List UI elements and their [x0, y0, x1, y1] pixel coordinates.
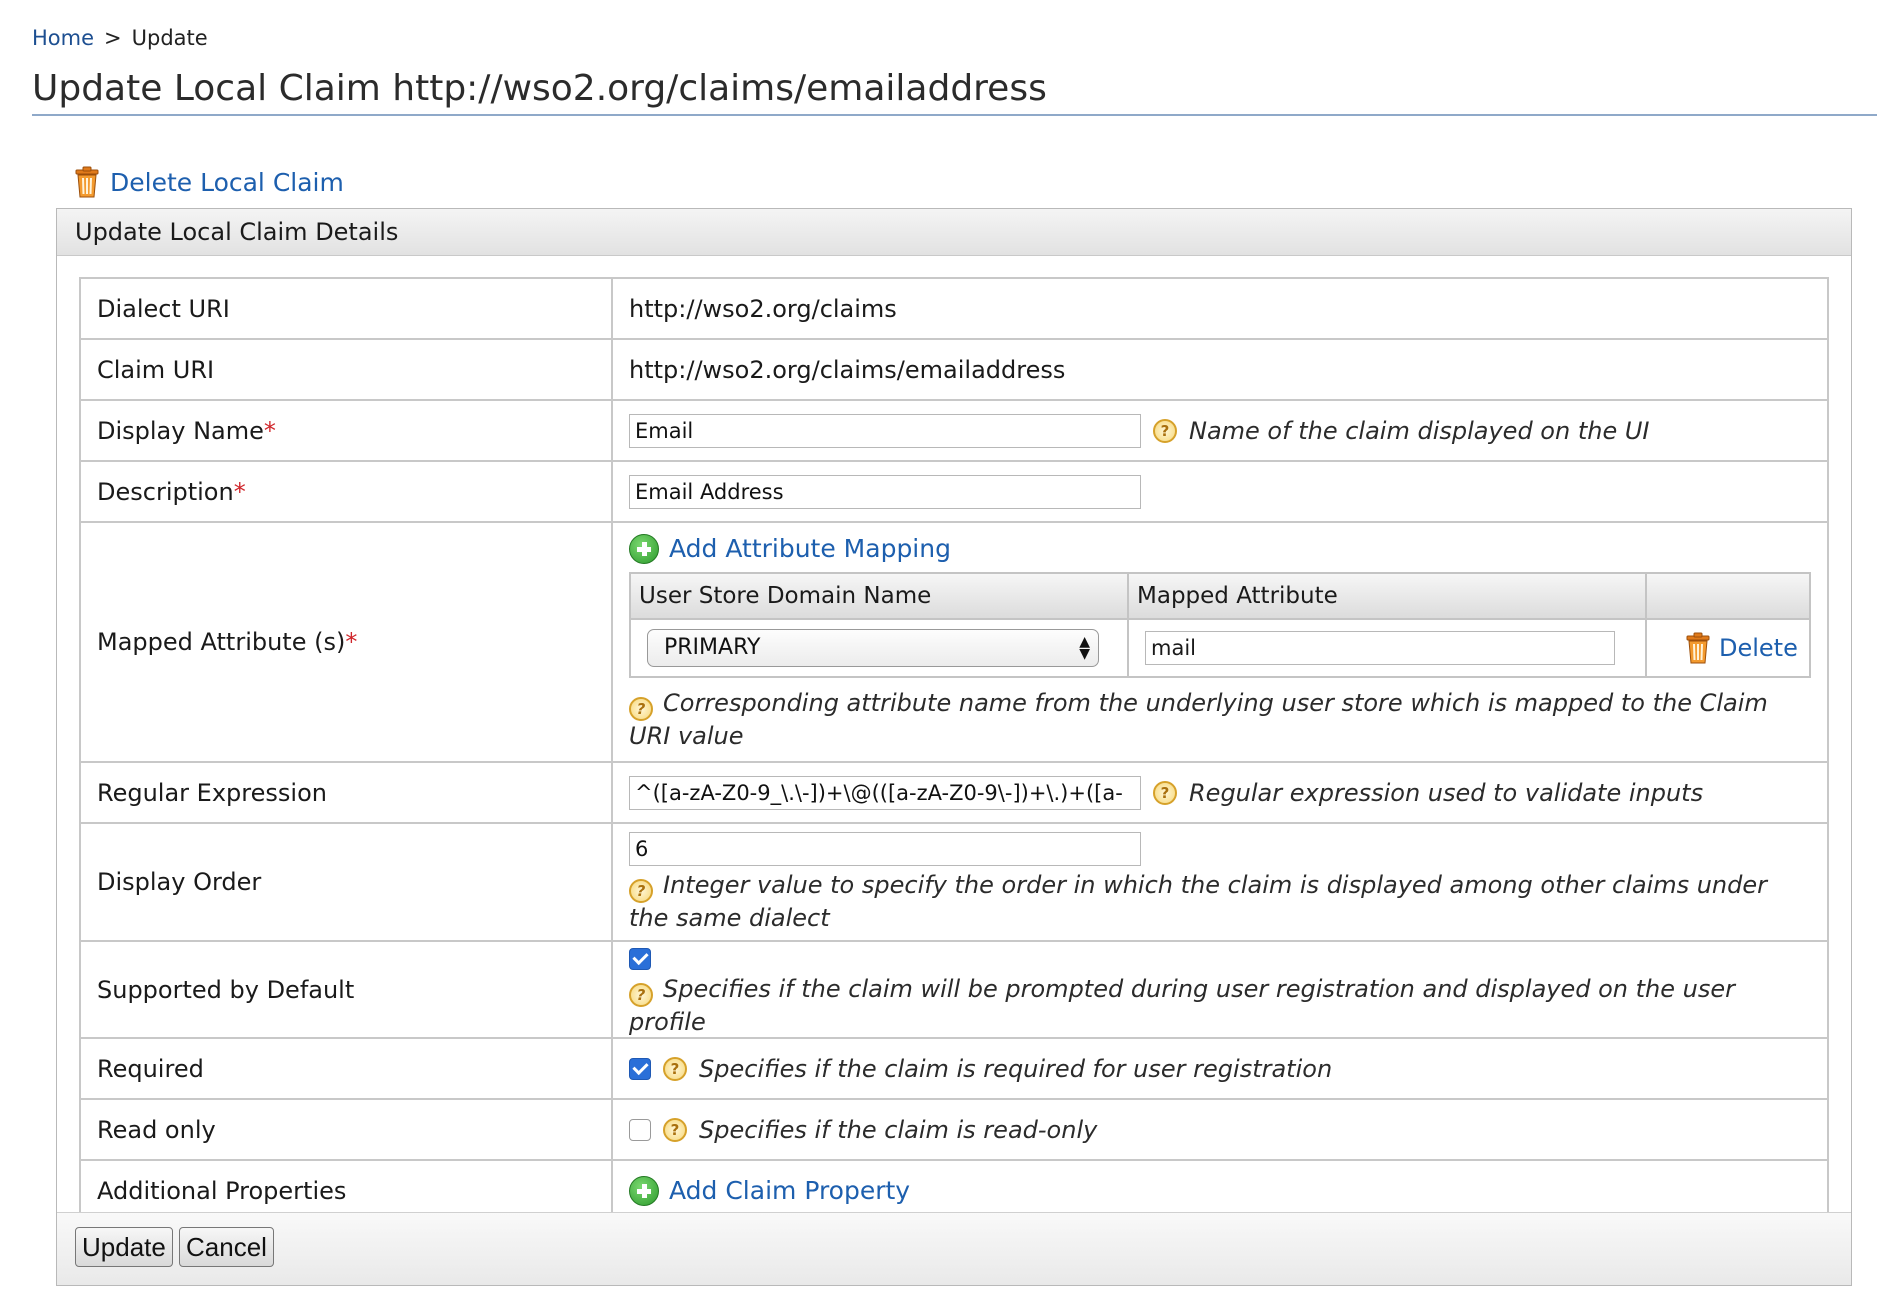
- mapping-attribute-cell: mail: [1127, 617, 1647, 678]
- breadcrumb: Home > Update: [32, 26, 208, 50]
- title-divider: [32, 114, 1877, 116]
- help-icon: ?: [629, 983, 653, 1007]
- read-only-value-cell: ? Specifies if the claim is read-only: [611, 1098, 1829, 1161]
- supported-by-default-value-cell: ? Specifies if the claim will be prompted…: [611, 940, 1829, 1039]
- required-value-cell: ? Specifies if the claim is required for…: [611, 1037, 1829, 1100]
- read-only-help: Specifies if the claim is read-only: [699, 1115, 1098, 1144]
- row-display-name: Display Name* Email ? Name of the claim …: [79, 399, 1829, 462]
- trash-icon: [74, 166, 100, 198]
- mapped-attributes-label-cell: Mapped Attribute (s)*: [79, 521, 613, 763]
- trash-icon: [1685, 632, 1711, 664]
- claim-details-table: Dialect URI http://wso2.org/claims Claim…: [79, 277, 1829, 1222]
- required-checkbox[interactable]: [629, 1057, 651, 1080]
- description-label-cell: Description*: [79, 460, 613, 523]
- mapping-actions-cell: Delete: [1645, 617, 1811, 678]
- mapping-domain-cell: PRIMARY ▲ ▼: [629, 617, 1129, 678]
- help-icon: ?: [663, 1056, 687, 1081]
- page: Home > Update Update Local Claim http://…: [0, 0, 1898, 1316]
- attribute-mapping-table: User Store Domain Name Mapped Attribute …: [629, 571, 1811, 678]
- display-order-value-cell: 6 ? Integer value to specify the order in…: [611, 822, 1829, 942]
- column-header-actions: [1645, 571, 1811, 620]
- add-claim-property-label: Add Claim Property: [669, 1176, 911, 1205]
- display-order-label: Display Order: [79, 822, 613, 942]
- display-name-help: Name of the claim displayed on the UI: [1189, 416, 1650, 445]
- claim-details-panel: Update Local Claim Details Dialect URI h…: [56, 208, 1852, 1286]
- delete-local-claim-label: Delete Local Claim: [110, 167, 344, 197]
- supported-by-default-checkbox[interactable]: [629, 947, 651, 970]
- display-name-label: Display Name: [97, 416, 264, 445]
- add-attribute-mapping-label: Add Attribute Mapping: [669, 534, 951, 563]
- cancel-button[interactable]: Cancel: [179, 1227, 274, 1267]
- help-icon: ?: [1153, 418, 1177, 443]
- row-claim-uri: Claim URI http://wso2.org/claims/emailad…: [79, 338, 1829, 401]
- regular-expression-label: Regular Expression: [79, 761, 613, 824]
- supported-by-default-help: ? Specifies if the claim will be prompted…: [629, 974, 1811, 1037]
- mapped-attributes-help: ? Corresponding attribute name from the u…: [629, 688, 1811, 751]
- regular-expression-value-cell: ^([a-zA-Z0-9_\.\-])+\@(([a-zA-Z0-9\-])+\…: [611, 761, 1829, 824]
- help-icon: ?: [629, 696, 653, 721]
- required-label: Required: [79, 1037, 613, 1100]
- description-value-cell: Email Address: [611, 460, 1829, 523]
- help-icon: ?: [663, 1117, 687, 1142]
- mapped-attributes-help-text: Corresponding attribute name from the un…: [629, 688, 1768, 750]
- user-store-domain-value: PRIMARY: [664, 635, 761, 660]
- mapping-row: PRIMARY ▲ ▼ mail Delete: [629, 617, 1811, 678]
- delete-local-claim-link[interactable]: Delete Local Claim: [74, 166, 344, 198]
- add-attribute-mapping-link[interactable]: Add Attribute Mapping: [629, 533, 1811, 564]
- read-only-label: Read only: [79, 1098, 613, 1161]
- panel-header: Update Local Claim Details: [57, 209, 1851, 256]
- column-header-attribute: Mapped Attribute: [1127, 571, 1647, 620]
- delete-mapping-label: Delete: [1719, 633, 1798, 662]
- supported-by-default-help-text: Specifies if the claim will be prompted …: [629, 975, 1736, 1036]
- row-supported-by-default: Supported by Default ? Specifies if the c…: [79, 940, 1829, 1039]
- breadcrumb-home-link[interactable]: Home: [32, 26, 94, 50]
- add-icon: [629, 533, 659, 564]
- regular-expression-help: Regular expression used to validate inpu…: [1189, 778, 1704, 807]
- help-icon: ?: [1153, 780, 1177, 805]
- description-label: Description: [97, 477, 234, 506]
- breadcrumb-current: Update: [131, 26, 208, 50]
- row-regular-expression: Regular Expression ^([a-zA-Z0-9_\.\-])+\…: [79, 761, 1829, 824]
- delete-mapping-link[interactable]: Delete: [1655, 632, 1801, 664]
- row-description: Description* Email Address: [79, 460, 1829, 523]
- add-claim-property-link[interactable]: Add Claim Property: [629, 1175, 1811, 1206]
- select-arrows-icon: ▲ ▼: [1079, 633, 1090, 662]
- description-input[interactable]: Email Address: [629, 474, 1141, 509]
- row-required: Required ? Specifies if the claim is req…: [79, 1037, 1829, 1100]
- display-order-help-text: Integer value to specify the order in wh…: [629, 870, 1767, 932]
- row-dialect-uri: Dialect URI http://wso2.org/claims: [79, 277, 1829, 340]
- required-asterisk: *: [345, 628, 358, 656]
- update-button[interactable]: Update: [75, 1227, 173, 1267]
- supported-by-default-label: Supported by Default: [79, 940, 613, 1039]
- mapped-attributes-value-cell: Add Attribute Mapping User Store Domain …: [611, 521, 1829, 763]
- display-name-input[interactable]: Email: [629, 413, 1141, 448]
- page-title: Update Local Claim http://wso2.org/claim…: [32, 68, 1047, 109]
- mapped-attributes-label: Mapped Attribute (s): [97, 628, 346, 656]
- row-read-only: Read only ? Specifies if the claim is re…: [79, 1098, 1829, 1161]
- claim-uri-value: http://wso2.org/claims/emailaddress: [611, 338, 1829, 401]
- regular-expression-input[interactable]: ^([a-zA-Z0-9_\.\-])+\@(([a-zA-Z0-9\-])+\…: [629, 775, 1141, 810]
- help-icon: ?: [629, 878, 653, 903]
- display-name-label-cell: Display Name*: [79, 399, 613, 462]
- display-name-value-cell: Email ? Name of the claim displayed on t…: [611, 399, 1829, 462]
- add-icon: [629, 1175, 659, 1206]
- panel-footer: Update Cancel: [57, 1212, 1851, 1285]
- row-display-order: Display Order 6 ? Integer value to specif…: [79, 822, 1829, 942]
- dialect-uri-value: http://wso2.org/claims: [611, 277, 1829, 340]
- column-header-domain: User Store Domain Name: [629, 571, 1129, 620]
- display-order-help: ? Integer value to specify the order in w…: [629, 870, 1811, 933]
- breadcrumb-separator: >: [104, 26, 122, 50]
- required-asterisk: *: [263, 416, 276, 445]
- required-asterisk: *: [233, 477, 246, 506]
- claim-uri-label: Claim URI: [79, 338, 613, 401]
- read-only-checkbox[interactable]: [629, 1118, 651, 1141]
- row-mapped-attributes: Mapped Attribute (s)* Add Attribute Mapp…: [79, 521, 1829, 763]
- display-order-input[interactable]: 6: [629, 831, 1141, 866]
- mapping-header-row: User Store Domain Name Mapped Attribute: [629, 571, 1811, 620]
- dialect-uri-label: Dialect URI: [79, 277, 613, 340]
- required-help: Specifies if the claim is required for u…: [699, 1054, 1333, 1083]
- mapped-attribute-input[interactable]: mail: [1145, 630, 1615, 665]
- user-store-domain-select[interactable]: PRIMARY ▲ ▼: [647, 628, 1099, 667]
